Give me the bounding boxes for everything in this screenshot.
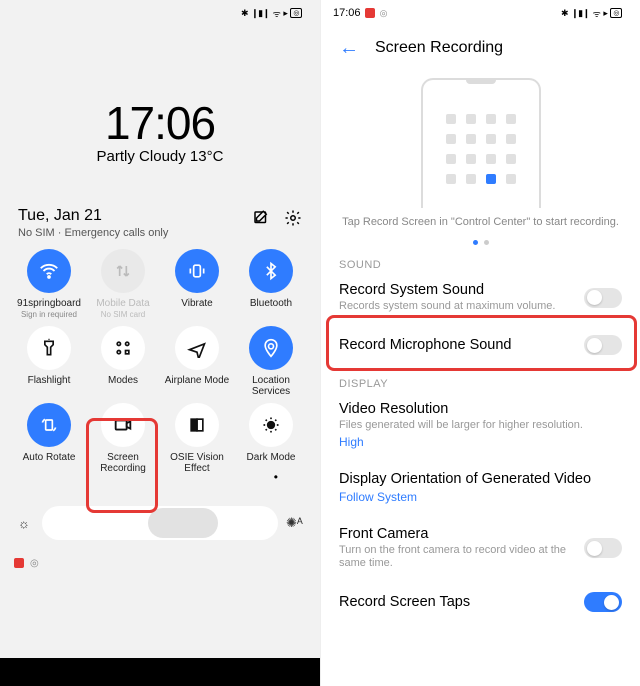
airplane-icon: [175, 326, 219, 370]
brightness-row: ☼ ✺ᴬ: [0, 506, 320, 540]
gear-icon[interactable]: [284, 209, 302, 227]
auto-brightness-icon[interactable]: ✺ᴬ: [286, 515, 302, 531]
edit-icon[interactable]: [252, 209, 270, 227]
pager-dots[interactable]: [321, 240, 640, 245]
qs-vibrate[interactable]: Vibrate: [160, 249, 234, 320]
status-time: 17:06: [333, 7, 361, 19]
lock-weather: Partly Cloudy 13°C: [0, 148, 320, 165]
small-icon: ◎: [379, 8, 389, 18]
qs-auto-rotate[interactable]: Auto Rotate: [12, 403, 86, 474]
bottom-status-icons: ◎: [0, 558, 320, 569]
toggle-front-camera[interactable]: [584, 538, 622, 558]
qs-screen-recording[interactable]: Screen Recording: [86, 403, 160, 474]
brightness-thumb[interactable]: [148, 508, 218, 538]
modes-icon: [101, 326, 145, 370]
qs-wifi[interactable]: 91springboardSign in required: [12, 249, 86, 320]
brightness-slider[interactable]: [42, 506, 278, 540]
toggle-system-sound[interactable]: [584, 288, 622, 308]
back-arrow-icon[interactable]: ←: [339, 38, 359, 58]
qs-location[interactable]: Location Services: [234, 326, 308, 397]
record-icon: [101, 403, 145, 447]
row-video-resolution[interactable]: Video Resolution Files generated will be…: [321, 390, 640, 460]
rotate-icon: [27, 403, 71, 447]
qs-osie[interactable]: OSIE Vision Effect: [160, 403, 234, 474]
toggle-mic-sound[interactable]: [584, 335, 622, 355]
data-icon: [101, 249, 145, 293]
row-record-taps[interactable]: Record Screen Taps: [321, 581, 640, 612]
vibrate-icon: [175, 249, 219, 293]
lock-time: 17:06: [0, 96, 320, 150]
row-orientation[interactable]: Display Orientation of Generated Video F…: [321, 460, 640, 515]
recording-indicator-icon: [365, 8, 375, 18]
qs-airplane[interactable]: Airplane Mode: [160, 326, 234, 397]
row-front-camera[interactable]: Front Camera Turn on the front camera to…: [321, 515, 640, 581]
date-block: Tue, Jan 21 No SIM · Emergency calls onl…: [18, 207, 168, 239]
sim-status: No SIM · Emergency calls only: [18, 227, 168, 239]
small-icon: ◎: [30, 558, 39, 569]
section-sound: SOUND: [321, 259, 640, 271]
dark-icon: [249, 403, 293, 447]
status-icons: ✱❙▮❙ᯤ▸◎: [561, 7, 622, 20]
control-center-panel: ✱❙▮❙ᯤ▸◎ 17:06 Partly Cloudy 13°C Tue, Ja…: [0, 0, 320, 686]
lock-clock: 17:06 Partly Cloudy 13°C: [0, 96, 320, 165]
page-title: Screen Recording: [375, 39, 503, 57]
section-display: DISPLAY: [321, 378, 640, 390]
hint-text: Tap Record Screen in "Control Center" to…: [321, 216, 640, 228]
osie-icon: [175, 403, 219, 447]
row-record-system-sound[interactable]: Record System Sound Records system sound…: [321, 271, 640, 324]
status-bar-right: 17:06 ◎ ✱❙▮❙ᯤ▸◎: [321, 0, 640, 26]
illustration-phone: [421, 78, 541, 208]
nav-bar-area: [0, 658, 320, 686]
flashlight-icon: [27, 326, 71, 370]
qs-modes[interactable]: Modes: [86, 326, 160, 397]
status-icons: ✱❙▮❙ᯤ▸◎: [241, 7, 302, 20]
toggle-record-taps[interactable]: [584, 592, 622, 612]
row-record-mic-sound[interactable]: Record Microphone Sound: [321, 324, 640, 366]
qs-dark-mode[interactable]: Dark Mode: [234, 403, 308, 474]
qs-bluetooth[interactable]: Bluetooth: [234, 249, 308, 320]
quick-settings-grid: 91springboardSign in required Mobile Dat…: [0, 239, 320, 474]
brightness-low-icon: ☼: [18, 516, 34, 531]
qs-mobile-data[interactable]: Mobile DataNo SIM card: [86, 249, 160, 320]
recording-indicator-icon: [14, 558, 24, 568]
lock-date: Tue, Jan 21: [18, 207, 168, 225]
location-icon: [249, 326, 293, 370]
status-bar: ✱❙▮❙ᯤ▸◎: [0, 0, 320, 26]
bluetooth-icon: [249, 249, 293, 293]
wifi-icon: [27, 249, 71, 293]
qs-flashlight[interactable]: Flashlight: [12, 326, 86, 397]
settings-panel: 17:06 ◎ ✱❙▮❙ᯤ▸◎ ← Screen Recording Tap R…: [320, 0, 640, 686]
